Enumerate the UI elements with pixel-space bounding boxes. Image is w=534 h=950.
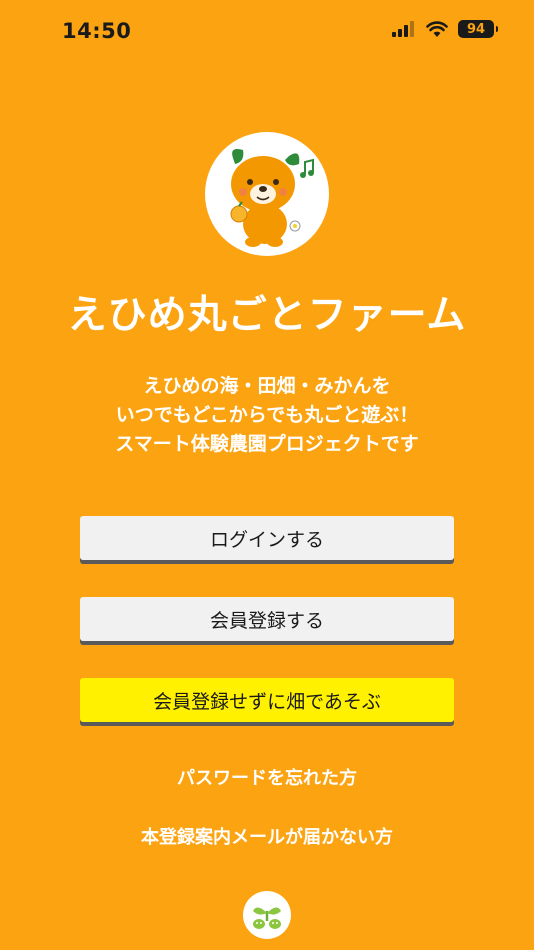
no-registration-mail-link[interactable]: 本登録案内メールが届かない方 — [0, 823, 534, 849]
battery-icon: 94 — [458, 20, 498, 38]
description-line-1: えひめの海・田畑・みかんを — [143, 375, 391, 397]
app-description: えひめの海・田畑・みかんを いつでもどこからでも丸ごと遊ぶ！ スマート体験農園プ… — [0, 372, 534, 459]
login-button[interactable]: ログインする — [80, 516, 454, 560]
description-line-3: スマート体験農園プロジェクトです — [115, 433, 419, 455]
mascot-logo — [205, 132, 329, 256]
battery-level: 94 — [466, 21, 486, 37]
cellular-signal-icon — [392, 21, 414, 37]
register-button[interactable]: 会員登録する — [80, 597, 454, 641]
footer-logo — [243, 891, 291, 939]
status-bar: 14:50 94 — [0, 0, 534, 64]
guest-play-button[interactable]: 会員登録せずに畑であそぶ — [80, 678, 454, 722]
status-time: 14:50 — [62, 19, 132, 43]
forgot-password-link[interactable]: パスワードを忘れた方 — [0, 764, 534, 790]
app-title: えひめ丸ごとファーム — [67, 293, 467, 338]
sprout-logo-icon — [253, 907, 281, 929]
status-icons: 94 — [392, 20, 498, 38]
description-line-2: いつでもどこからでも丸ごと遊ぶ！ — [115, 404, 419, 426]
wifi-icon — [426, 21, 448, 37]
mikan-bear-mascot-icon — [230, 149, 314, 247]
